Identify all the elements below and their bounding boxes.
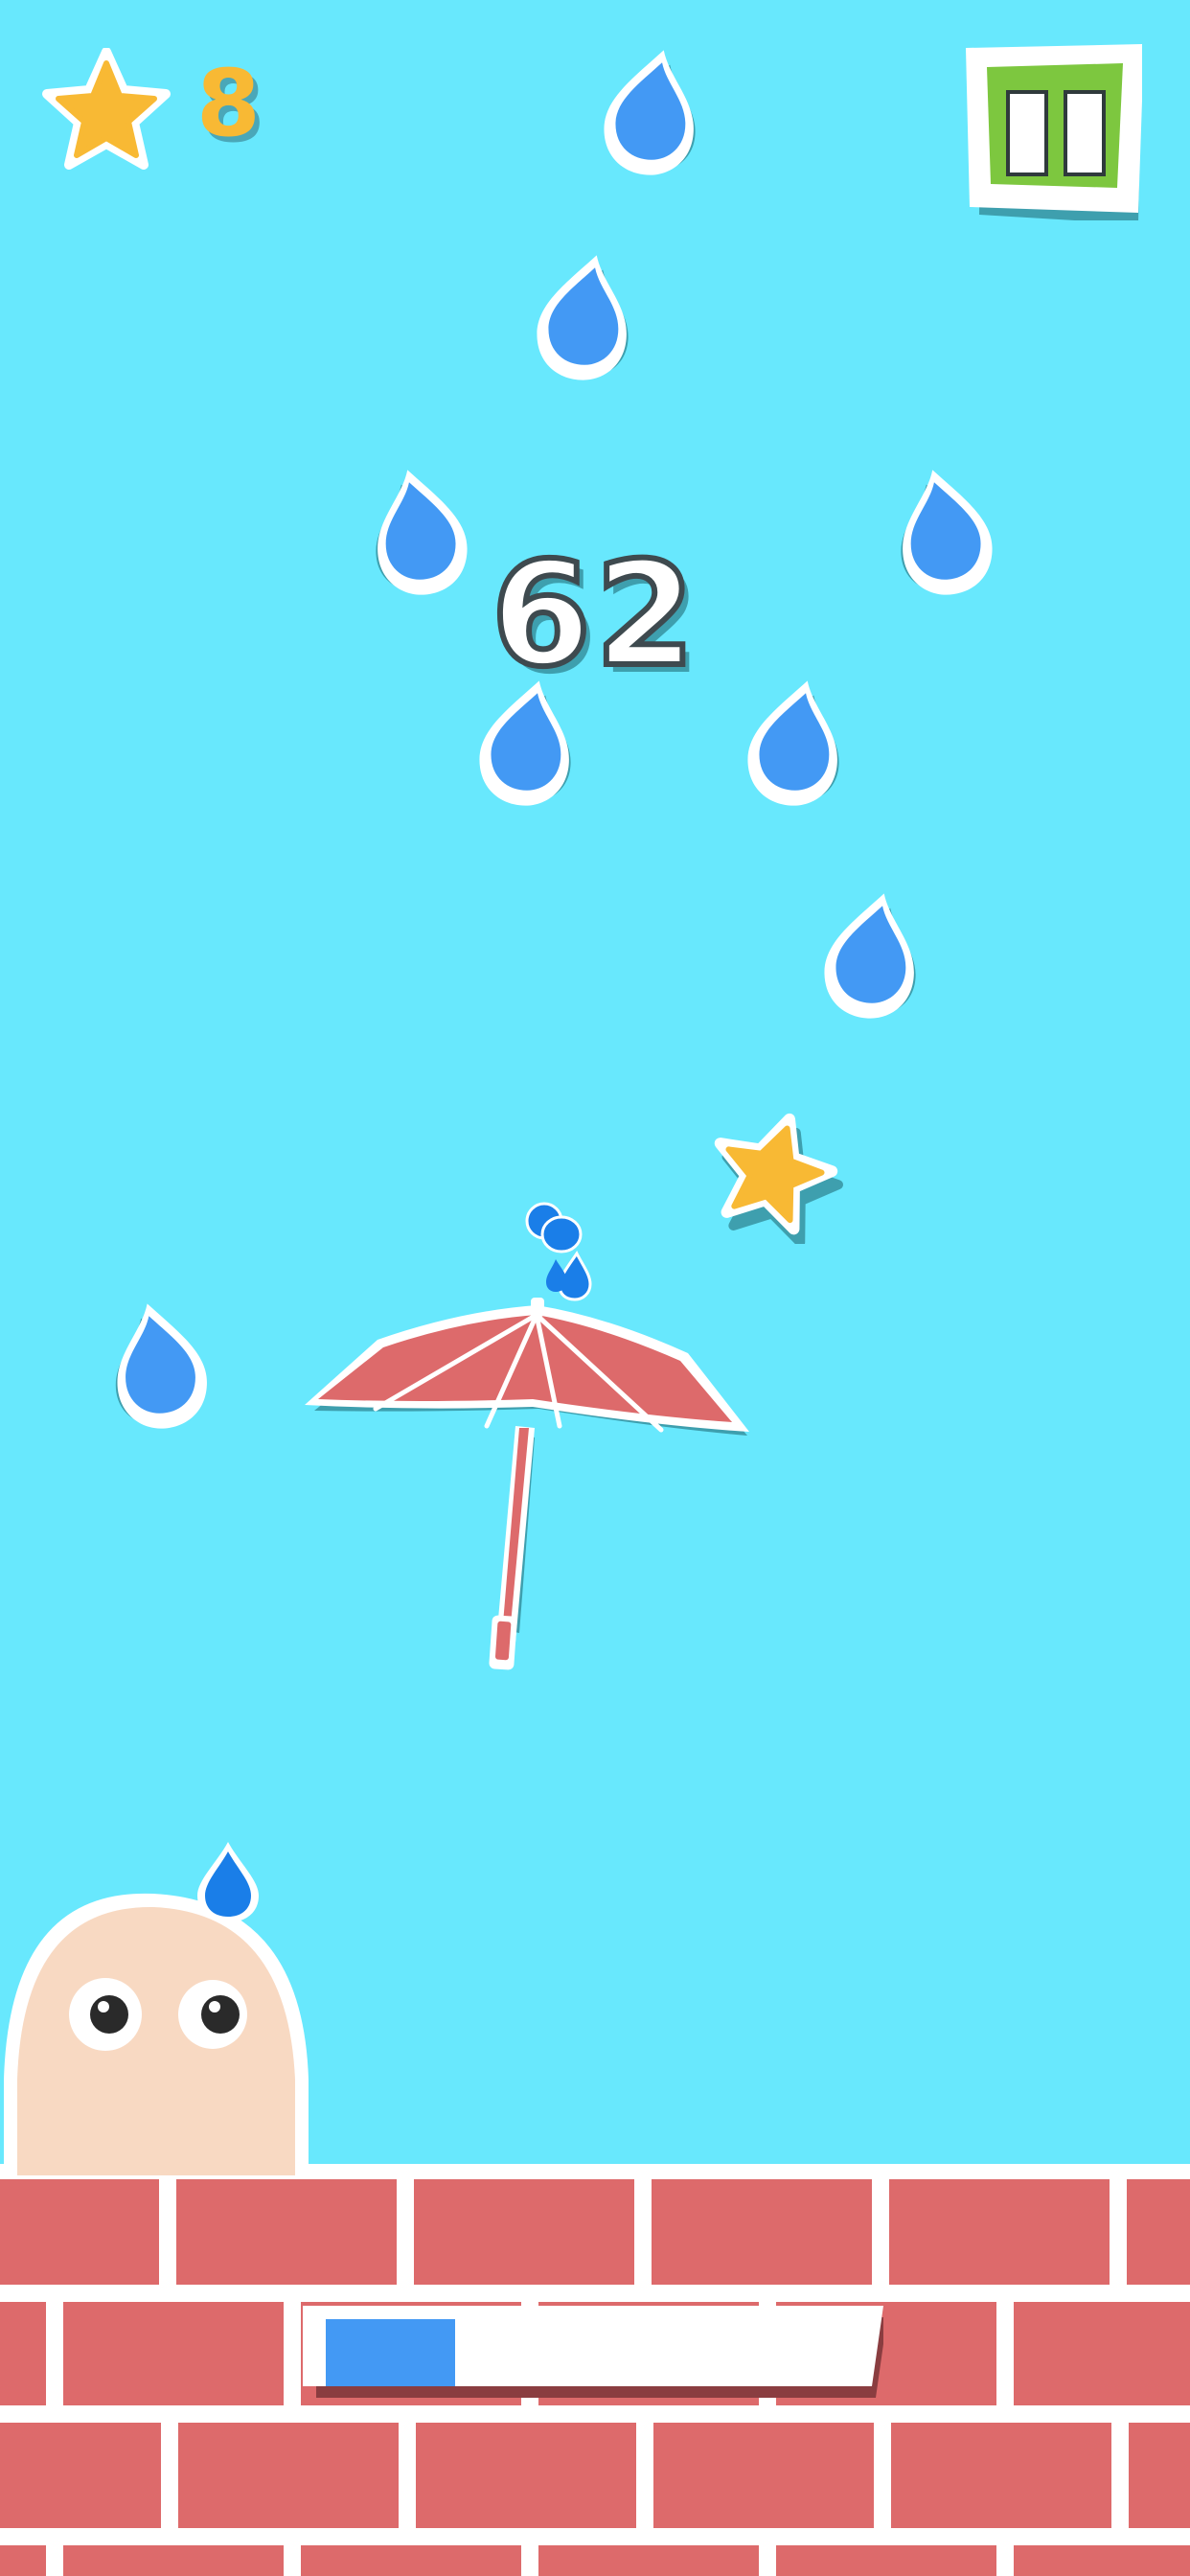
raindrop: [376, 470, 468, 595]
creature-right-eye: [178, 1980, 247, 2049]
raindrop: [537, 255, 629, 380]
raindrop: [747, 680, 839, 806]
umbrella[interactable]: [299, 1284, 759, 1687]
bonus-star-icon: [714, 1113, 843, 1244]
blob-creature: [4, 1893, 309, 2175]
progress-fill: [326, 2319, 455, 2386]
rain-progress-bar: [303, 2306, 883, 2398]
creature-left-eye: [69, 1978, 142, 2051]
sweat-drop-icon: [197, 1842, 259, 1922]
raindrop: [479, 680, 571, 806]
raindrop: [901, 470, 993, 595]
raindrop: [604, 50, 696, 175]
raindrop: [115, 1303, 207, 1429]
raindrop: [824, 893, 916, 1019]
